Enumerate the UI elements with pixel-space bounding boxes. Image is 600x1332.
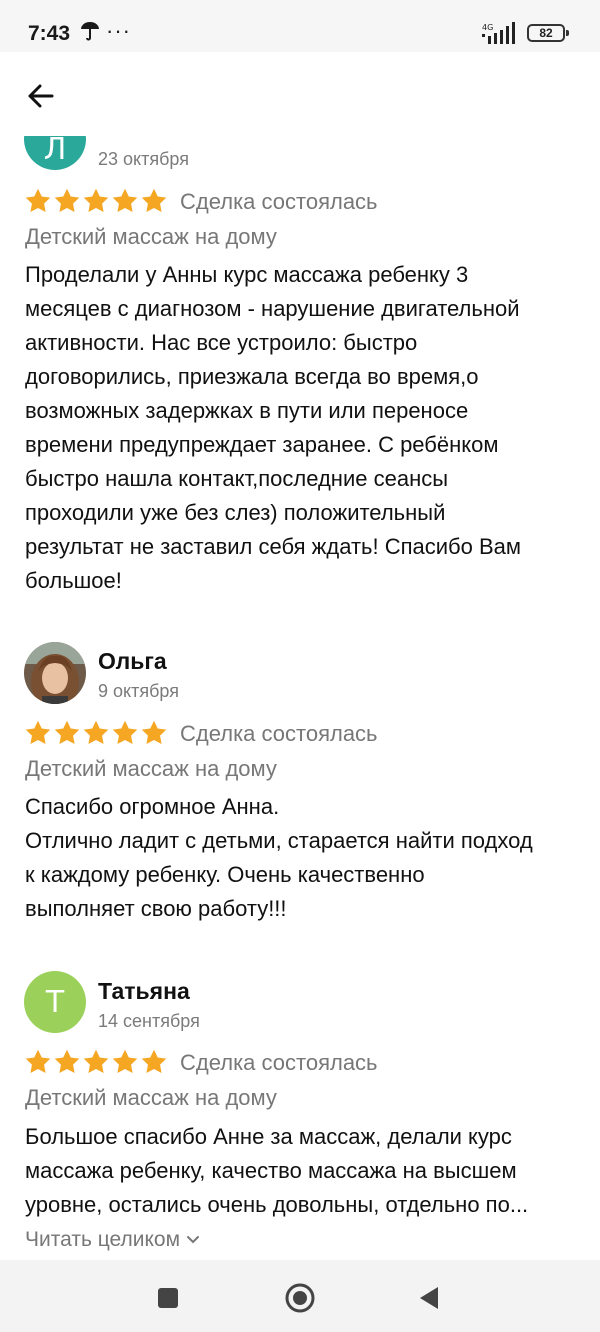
back-arrow-icon[interactable]	[22, 78, 62, 114]
triangle-back-icon[interactable]	[414, 1282, 446, 1314]
star-icon	[112, 1049, 138, 1073]
chevron-down-icon	[187, 1236, 200, 1244]
reviews-list[interactable]: Л 23 октября Сделка состоялась Детский м…	[0, 0, 600, 1260]
star-icon	[112, 188, 138, 212]
read-more-label: Читать целиком	[25, 1228, 181, 1251]
star-icon	[54, 1049, 80, 1073]
deal-status: Сделка состоялась	[180, 189, 378, 214]
read-more-link[interactable]: Читать целиком	[25, 1228, 200, 1252]
star-icon	[54, 720, 80, 744]
author-name: Татьяна	[98, 978, 190, 1004]
review-text: Проделали у Анны курс массажа ребенку 3 …	[25, 262, 522, 593]
star-icon	[141, 1049, 167, 1073]
review-date: 9 октября	[98, 681, 179, 701]
star-icon	[112, 720, 138, 744]
rating-stars	[24, 1048, 168, 1078]
header	[0, 52, 600, 136]
star-icon	[141, 188, 167, 212]
rating-stars	[24, 719, 168, 749]
rating-stars	[24, 187, 168, 217]
author-name: Ольга	[98, 648, 167, 674]
star-icon	[83, 1049, 109, 1073]
circle-home-icon[interactable]	[284, 1282, 316, 1314]
star-icon	[83, 720, 109, 744]
star-icon	[25, 1049, 51, 1073]
avatar[interactable]	[24, 642, 86, 704]
deal-status: Сделка состоялась	[180, 721, 378, 746]
review-date: 14 сентября	[98, 1011, 200, 1031]
user-photo	[24, 642, 86, 704]
star-icon	[25, 720, 51, 744]
review-text: Спасибо огромное Анна. Отлично ладит с д…	[25, 794, 533, 921]
star-icon	[25, 188, 51, 212]
service-name: Детский массаж на дому	[25, 756, 277, 781]
square-recents-icon[interactable]	[152, 1282, 184, 1314]
star-icon	[54, 188, 80, 212]
avatar-letter: Т	[45, 984, 65, 1020]
avatar[interactable]: Т	[24, 971, 86, 1033]
deal-status: Сделка состоялась	[180, 1050, 378, 1075]
review-date: 23 октября	[98, 149, 189, 169]
star-icon	[141, 720, 167, 744]
service-name: Детский массаж на дому	[25, 1085, 277, 1110]
system-nav-bar	[0, 1260, 600, 1332]
star-icon	[83, 188, 109, 212]
review-text: Большое спасибо Анне за массаж, делали к…	[25, 1124, 529, 1217]
service-name: Детский массаж на дому	[25, 224, 277, 249]
